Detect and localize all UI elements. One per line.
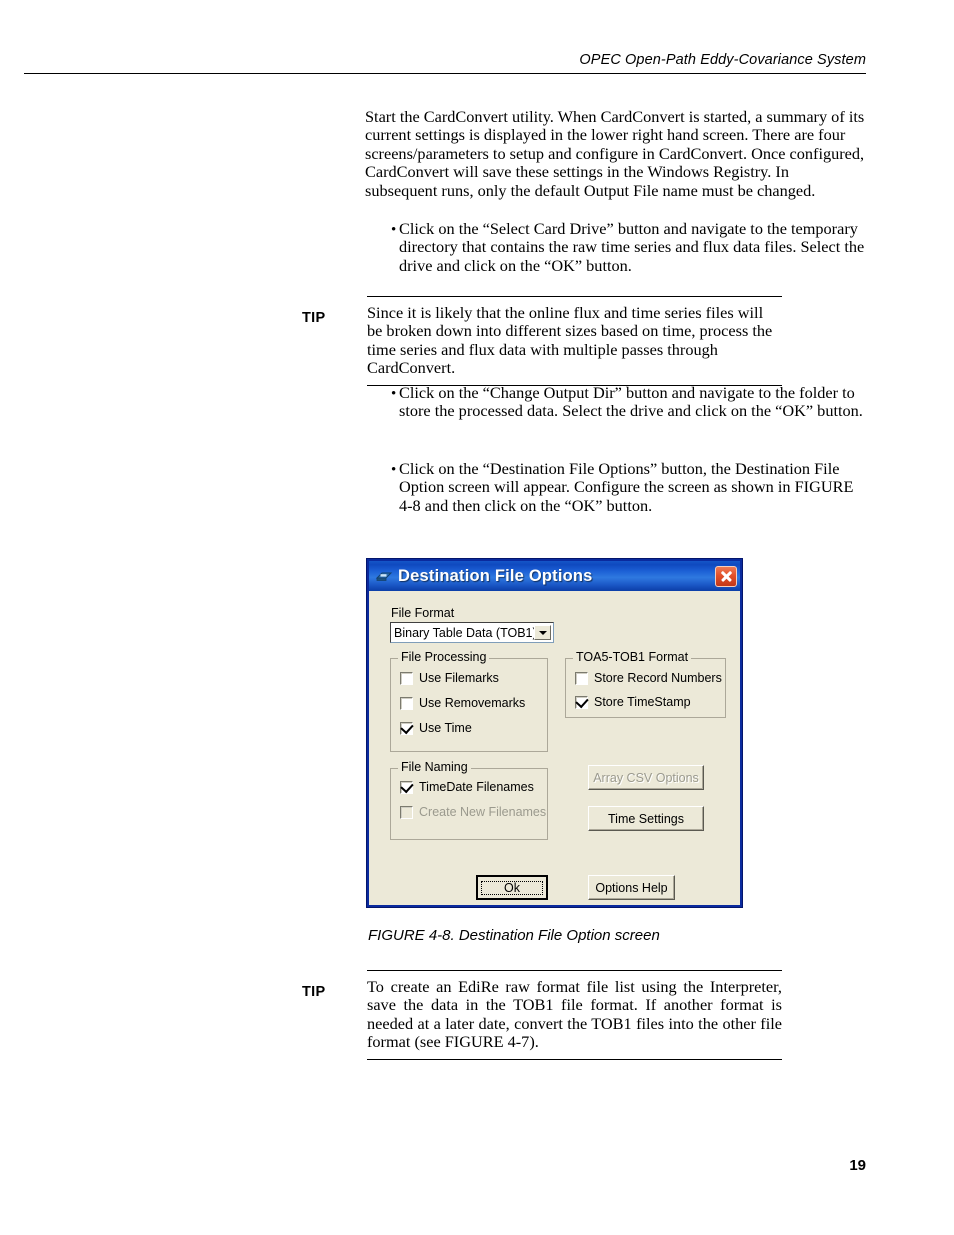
checkbox-create-new-filenames[interactable]: Create New Filenames [400,806,546,819]
file-format-label: File Format [391,606,455,620]
bullet-icon: • [391,222,397,238]
array-csv-options-button[interactable]: Array CSV Options [588,765,704,790]
intro-paragraph: Start the CardConvert utility. When Card… [365,107,865,200]
bullet-list-second: • Click on the “Change Output Dir” butto… [365,383,865,421]
file-format-value: Binary Table Data (TOB1) [394,625,534,640]
checkbox-box [400,779,414,794]
page-number: 19 [849,1157,866,1174]
file-processing-title: File Processing [398,651,490,664]
checkbox-use-filemarks[interactable]: Use Filemarks [400,672,499,685]
bullet-icon: • [391,386,397,402]
figure-caption: FIGURE 4-8. Destination File Option scre… [368,927,660,944]
array-csv-options-label: Array CSV Options [593,770,699,785]
list-item: • Click on the “Change Output Dir” butto… [365,383,865,421]
list-item: • Click on the “Destination File Options… [365,459,865,515]
checkbox-box [400,697,413,710]
checkbox-label: TimeDate Filenames [419,780,534,795]
checkbox-box [400,720,414,735]
list-item-text: Click on the “Change Output Dir” button … [399,383,863,421]
tip-label: TIP [302,310,326,326]
checkbox-box [575,694,589,709]
close-icon[interactable] [715,565,737,587]
ok-button[interactable]: Ok [476,875,548,900]
checkbox-label: Use Removemarks [419,696,526,711]
tip-body: Since it is likely that the online flux … [367,296,782,386]
checkbox-label: Use Time [419,721,472,736]
page-header: OPEC Open-Path Eddy-Covariance System [0,52,954,74]
bullet-list-third: • Click on the “Destination File Options… [365,459,865,515]
tip-label: TIP [302,984,326,1000]
checkbox-box [400,806,413,819]
tip-body: To create an EdiRe raw format file list … [367,970,782,1060]
options-help-button[interactable]: Options Help [588,875,675,900]
intro-paragraph-block: Start the CardConvert utility. When Card… [365,107,865,200]
checkbox-label: Create New Filenames [419,805,547,820]
tip-bottom-rule [367,1058,782,1060]
checkbox-store-timestamp[interactable]: Store TimeStamp [575,694,691,710]
checkbox-use-removemarks[interactable]: Use Removemarks [400,697,525,710]
header-title: OPEC Open-Path Eddy-Covariance System [579,52,866,68]
checkbox-store-record-numbers[interactable]: Store Record Numbers [575,672,722,685]
checkbox-use-time[interactable]: Use Time [400,720,472,736]
list-item-text: Click on the “Select Card Drive” button … [399,219,865,275]
options-help-label: Options Help [595,880,668,895]
checkbox-box [575,672,588,685]
dialog-title-bar: Destination File Options [369,561,740,591]
dialog-client-area: File Format Binary Table Data (TOB1) Fil… [369,591,740,905]
dialog-title: Destination File Options [398,566,593,585]
file-format-select[interactable]: Binary Table Data (TOB1) [390,622,554,643]
checkbox-timedate-filenames[interactable]: TimeDate Filenames [400,779,534,795]
ok-label: Ok [481,880,543,895]
tip-text: Since it is likely that the online flux … [367,303,773,378]
tip-block-1: TIP Since it is likely that the online f… [302,296,782,386]
checkbox-box [400,672,413,685]
bullet-icon: • [391,462,397,478]
list-item: • Click on the “Select Card Drive” butto… [365,219,865,275]
destination-file-options-dialog: Destination File Options File Format Bin… [366,558,743,908]
toa5-tob1-format-group: TOA5-TOB1 Format [565,651,726,718]
file-naming-group: File Naming [390,761,548,840]
bullet-list-first: • Click on the “Select Card Drive” butto… [365,219,865,275]
tip-text: To create an EdiRe raw format file list … [367,977,782,1052]
checkbox-label: Store TimeStamp [594,695,691,710]
time-settings-label: Time Settings [608,811,684,826]
card-disk-icon [375,568,393,584]
file-naming-title: File Naming [398,761,471,774]
header-rule [24,73,866,74]
toa5-tob1-format-title: TOA5-TOB1 Format [573,651,692,664]
tip-block-2: TIP To create an EdiRe raw format file l… [302,970,782,1062]
time-settings-button[interactable]: Time Settings [588,806,704,831]
checkbox-label: Use Filemarks [419,671,499,686]
checkbox-label: Store Record Numbers [594,671,722,686]
list-item-text: Click on the “Destination File Options” … [399,459,854,515]
chevron-down-icon[interactable] [534,625,551,640]
